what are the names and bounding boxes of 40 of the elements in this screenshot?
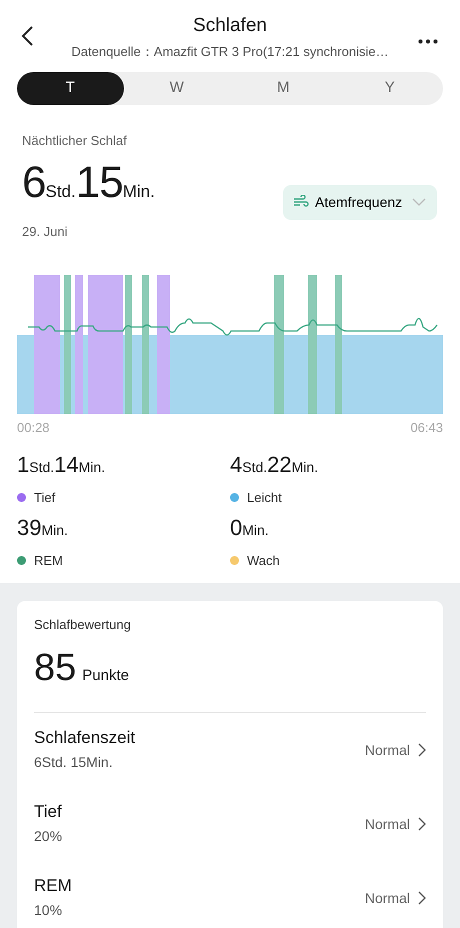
axis-time: 06:43 bbox=[410, 419, 443, 437]
stage-label: Wach bbox=[247, 552, 280, 570]
row-label: Schlafenszeit bbox=[34, 728, 136, 748]
row-label: Tief bbox=[34, 802, 62, 822]
row-status: Normal bbox=[364, 888, 410, 908]
stage-label: Leicht bbox=[247, 488, 282, 506]
score-row[interactable]: Tief 20% Normal bbox=[34, 787, 426, 861]
stage-duration: 4Std.22Min. bbox=[230, 452, 320, 478]
data-source: Datenquelle：Amazfit GTR 3 Pro(17:21 synchronisie… bbox=[70, 43, 390, 61]
back-icon[interactable] bbox=[20, 24, 34, 48]
axis-time: 00:28 bbox=[17, 419, 50, 437]
period-tab[interactable]: W bbox=[124, 72, 230, 105]
row-value: 20% bbox=[34, 826, 62, 846]
chevron-right-icon bbox=[418, 817, 426, 831]
row-value: 6Std. 15Min. bbox=[34, 752, 114, 772]
sleep-duration: 6Std.15Min. bbox=[22, 160, 155, 208]
row-value: 10% bbox=[34, 900, 64, 920]
row-label: REM bbox=[34, 876, 72, 896]
period-tab[interactable]: M bbox=[230, 72, 336, 105]
row-status: Normal bbox=[364, 740, 410, 760]
page-title: Schlafen bbox=[193, 14, 267, 38]
score-row[interactable]: REM 10% Normal bbox=[34, 861, 426, 928]
row-status: Normal bbox=[364, 814, 410, 834]
stage-duration: 0Min. bbox=[230, 515, 270, 542]
period-tab[interactable]: Y bbox=[336, 72, 443, 105]
chevron-right-icon bbox=[418, 743, 426, 757]
section-caption: Nächtlicher Schlaf bbox=[22, 132, 128, 150]
sleep-score: 85 Punkte bbox=[34, 648, 130, 691]
score-row[interactable]: Schlafenszeit 6Std. 15Min. Normal bbox=[34, 713, 426, 787]
wind-icon bbox=[293, 195, 309, 209]
chevron-right-icon bbox=[418, 891, 426, 905]
stage-duration: 39Min. bbox=[17, 515, 69, 542]
stage-label: Tief bbox=[34, 488, 56, 506]
card-title: Schlafbewertung bbox=[34, 616, 132, 634]
chevron-down-icon bbox=[412, 198, 426, 206]
stage-label: REM bbox=[34, 552, 63, 570]
metric-dropdown[interactable]: Atemfrequenz bbox=[283, 184, 437, 220]
date: 29. Juni bbox=[22, 222, 69, 240]
stage-duration: 1Std.14Min. bbox=[17, 452, 106, 478]
period-tab[interactable]: T bbox=[17, 72, 124, 105]
